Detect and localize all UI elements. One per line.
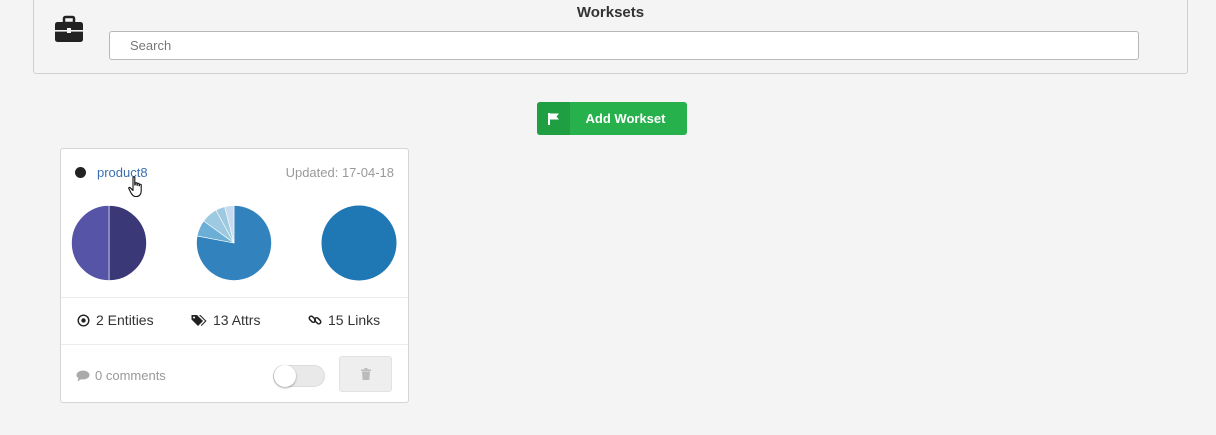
pie-chart-2	[196, 205, 272, 281]
links-count: 15 Links	[328, 312, 381, 328]
stats-row: 2 Entities 13 Attrs 15 Links	[61, 309, 408, 333]
pie-chart-3	[321, 205, 397, 281]
entities-stat: 2 Entities	[77, 312, 154, 328]
tags-icon	[191, 314, 207, 326]
hand-cursor-icon	[128, 176, 142, 198]
entities-count: 2 Entities	[96, 312, 154, 328]
pie-slice	[108, 205, 147, 281]
divider	[61, 297, 408, 298]
comments-count: 0 comments	[95, 368, 166, 383]
trash-icon	[360, 368, 371, 380]
attrs-count: 13 Attrs	[213, 312, 261, 328]
workset-card: product8 Updated: 17-04-18 2 Entities 13…	[60, 148, 409, 403]
search-input[interactable]	[109, 31, 1139, 60]
divider	[61, 344, 408, 345]
page-title: Worksets	[576, 4, 645, 21]
workset-toggle[interactable]	[273, 365, 325, 387]
target-icon	[77, 313, 90, 327]
status-dot	[75, 167, 86, 178]
pie-slice	[321, 205, 397, 281]
add-workset-label: Add Workset	[585, 111, 666, 126]
link-icon	[308, 315, 322, 325]
pie-chart-1	[71, 205, 147, 281]
comments-link[interactable]: 0 comments	[76, 368, 166, 383]
links-stat: 15 Links	[308, 312, 380, 328]
card-header: product8 Updated: 17-04-18	[61, 149, 408, 297]
toggle-knob	[274, 365, 296, 387]
header-panel: Worksets	[33, 0, 1188, 74]
delete-button[interactable]	[339, 356, 392, 392]
pie-slice	[71, 205, 110, 281]
add-workset-button[interactable]: Add Workset	[537, 102, 687, 135]
updated-date: Updated: 17-04-18	[285, 165, 394, 180]
flag-icon	[537, 102, 570, 135]
attrs-stat: 13 Attrs	[191, 312, 260, 328]
comment-icon	[76, 370, 90, 381]
